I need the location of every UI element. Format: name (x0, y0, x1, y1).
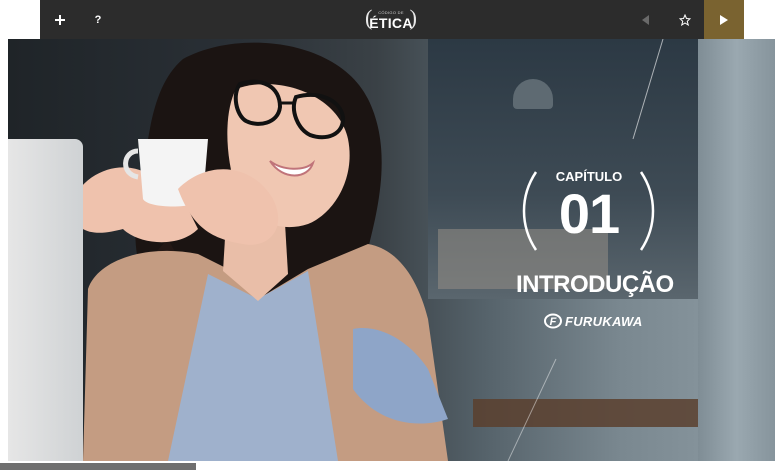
play-icon (720, 14, 728, 25)
app-title: ( CÓDIGO DE ÉTICA ) (365, 4, 417, 36)
previous-button[interactable] (628, 0, 664, 39)
top-toolbar: ? ( CÓDIGO DE ÉTICA ) (40, 0, 744, 39)
brand-logo: F FURUKAWA (544, 312, 643, 330)
furukawa-logo-icon: F (544, 313, 562, 329)
chevron-left-icon (642, 14, 649, 25)
plus-icon (55, 14, 65, 25)
chapter-number: 01 (558, 182, 620, 245)
chapter-title: INTRODUÇÃO (516, 271, 674, 298)
next-button[interactable] (704, 0, 744, 39)
svg-text:F: F (550, 316, 557, 328)
help-button[interactable]: ? (80, 0, 116, 39)
foreground-monitor (8, 139, 83, 461)
add-button[interactable] (42, 0, 78, 39)
title-right-paren: ) (409, 5, 417, 30)
progress-bar (0, 463, 196, 470)
favorite-button[interactable] (667, 0, 703, 39)
star-icon (679, 13, 691, 26)
brand-name: FURUKAWA (565, 313, 643, 329)
